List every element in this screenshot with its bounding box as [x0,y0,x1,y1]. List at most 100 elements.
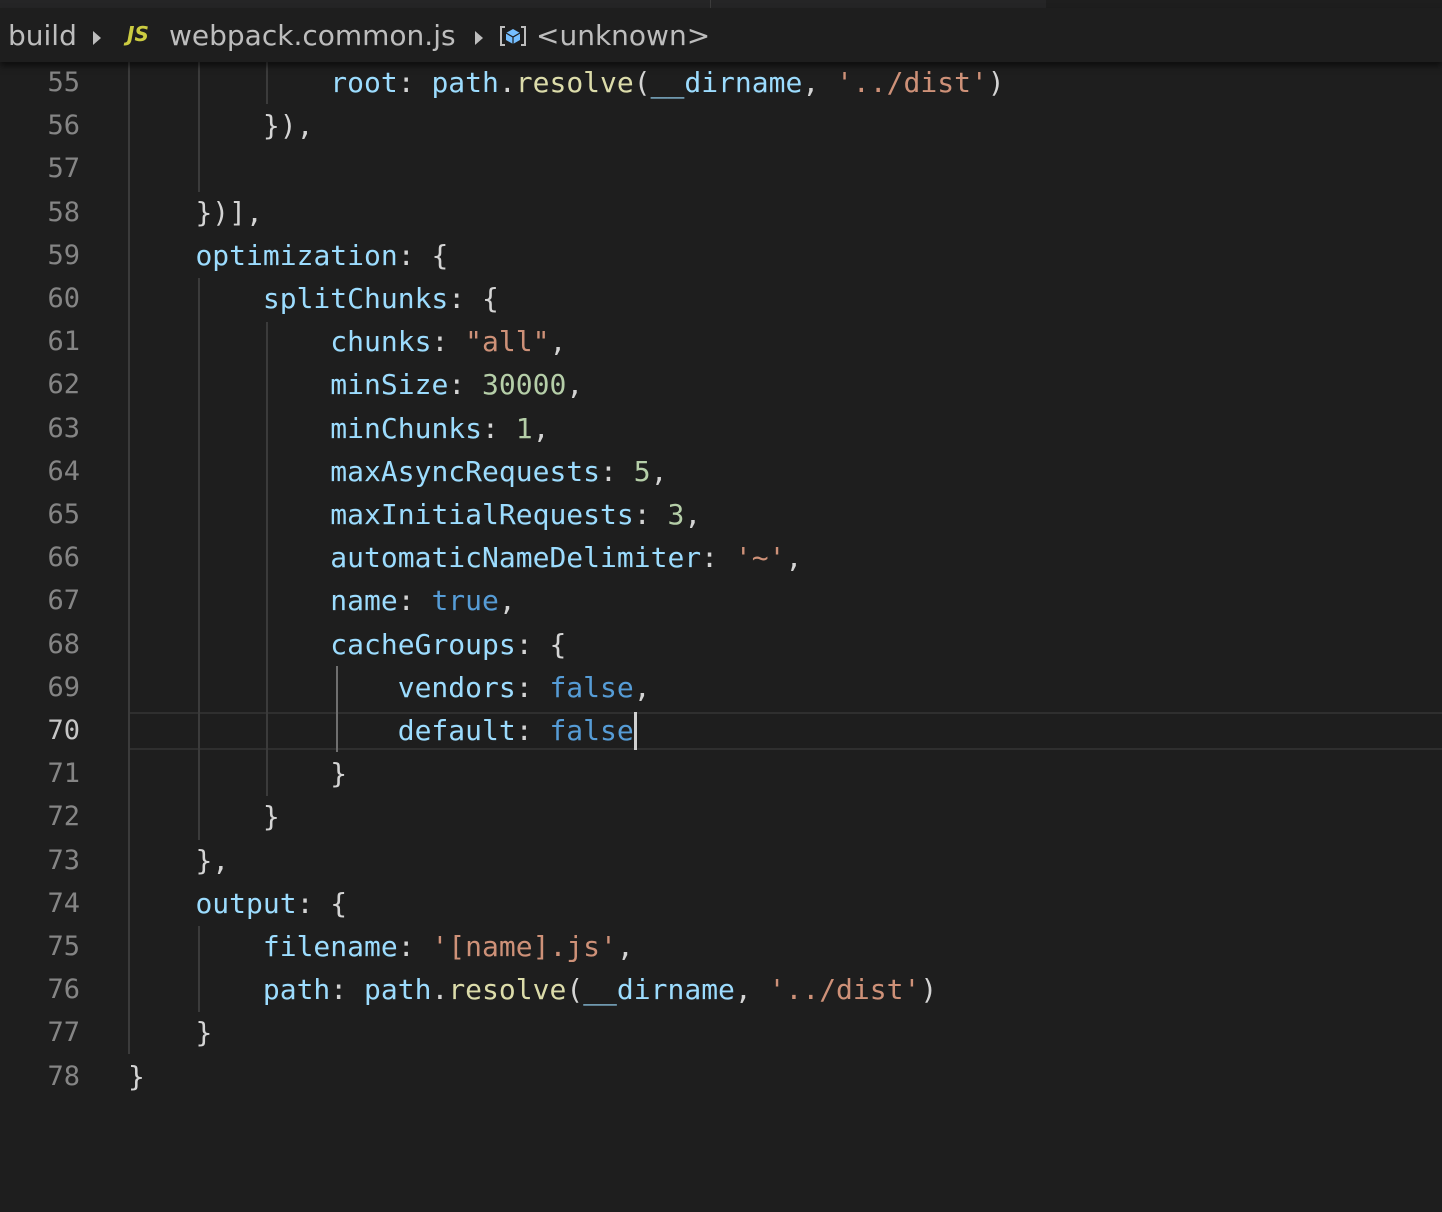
breadcrumb: build JS webpack.common.js <unknown> [0,8,1442,62]
code-token: 1 [515,412,533,445]
code-token: })], [195,196,263,229]
code-line[interactable]: splitChunks: { [128,278,499,320]
code-token: , [616,930,634,963]
code-line[interactable]: minChunks: 1, [128,408,549,450]
code-token: : [701,541,735,574]
code-line[interactable]: cacheGroups: { [128,624,566,666]
code-token: maxAsyncRequests [330,455,601,488]
symbol-namespace-icon [500,26,526,46]
code-token: , [684,498,702,531]
line-number: 58 [47,197,80,228]
code-line[interactable]: filename: '[name].js', [128,926,634,968]
line-number: 60 [47,283,80,314]
code-token: , [785,541,803,574]
code-line[interactable]: })], [128,192,263,234]
code-line[interactable]: output: { [128,883,347,925]
code-line[interactable]: default: false [128,710,634,752]
line-number: 59 [47,240,80,271]
code-token: , [633,671,651,704]
code-token: . [431,973,449,1006]
code-token: : { [397,239,449,272]
code-token: : [600,455,634,488]
code-token: "all" [465,325,550,358]
code-editor[interactable]: build JS webpack.common.js <unknown> 55 5… [0,0,1442,1212]
code-token: __dirname [583,973,735,1006]
code-line[interactable]: } [128,1056,145,1098]
code-line[interactable]: path: path.resolve(__dirname, '../dist') [128,969,937,1011]
code-token: 3 [667,498,685,531]
tab-bar-strip [0,0,1046,8]
line-number: 56 [47,110,80,141]
line-number: 77 [47,1017,80,1048]
line-number: 66 [47,542,80,573]
code-line[interactable]: minSize: 30000, [128,364,583,406]
code-token: : { [448,282,499,315]
code-token: : [482,412,516,445]
code-line[interactable]: }), [128,105,314,147]
code-token: ( [566,973,584,1006]
code-token: }), [262,109,314,142]
code-token: , [498,584,516,617]
line-number: 78 [47,1061,80,1092]
code-token: ) [920,973,938,1006]
code-token: : [515,714,550,747]
line-number: 72 [47,801,80,832]
code-line[interactable]: root: path.resolve(__dirname, '../dist') [128,62,1005,104]
line-number: 74 [47,888,80,919]
code-token: : { [515,628,567,661]
code-token: , [532,412,550,445]
code-token: __dirname [650,66,803,99]
code-token: } [128,1060,145,1093]
line-number: 62 [47,369,80,400]
line-number: 71 [47,758,80,789]
code-line[interactable]: optimization: { [128,235,448,277]
code-line[interactable]: }, [128,840,229,882]
code-token: } [195,1016,213,1049]
code-line[interactable]: } [128,796,280,838]
code-token: , [549,325,567,358]
code-token: optimization [195,239,398,272]
code-line[interactable]: chunks: "all", [128,321,566,363]
code-line[interactable]: maxInitialRequests: 3, [128,494,701,536]
text-cursor [634,712,637,750]
code-line[interactable]: vendors: false, [128,667,651,709]
code-token: : [397,66,432,99]
code-token: } [262,800,280,833]
code-token: minChunks [330,412,483,445]
code-line[interactable]: } [128,1012,212,1054]
code-token: resolve [448,973,567,1006]
code-line[interactable]: name: true, [128,580,516,622]
code-token: false [549,671,634,704]
code-token: path [364,973,432,1006]
breadcrumb-symbol[interactable]: <unknown> [536,18,710,54]
code-token: '../dist' [768,973,921,1006]
javascript-file-icon: JS [127,22,149,46]
code-line[interactable]: maxAsyncRequests: 5, [128,451,667,493]
code-line[interactable]: } [128,753,347,795]
code-token: ) [987,66,1005,99]
code-token: '[name].js' [431,930,617,963]
breadcrumb-folder[interactable]: build [8,18,77,54]
line-number: 64 [47,456,80,487]
code-token: : [397,584,432,617]
line-number: 68 [47,629,80,660]
code-token: false [549,714,634,747]
breadcrumb-file[interactable]: webpack.common.js [169,18,456,54]
code-line[interactable]: automaticNameDelimiter: '~', [128,537,802,579]
code-token: , [566,368,584,401]
code-token: filename [262,930,398,963]
